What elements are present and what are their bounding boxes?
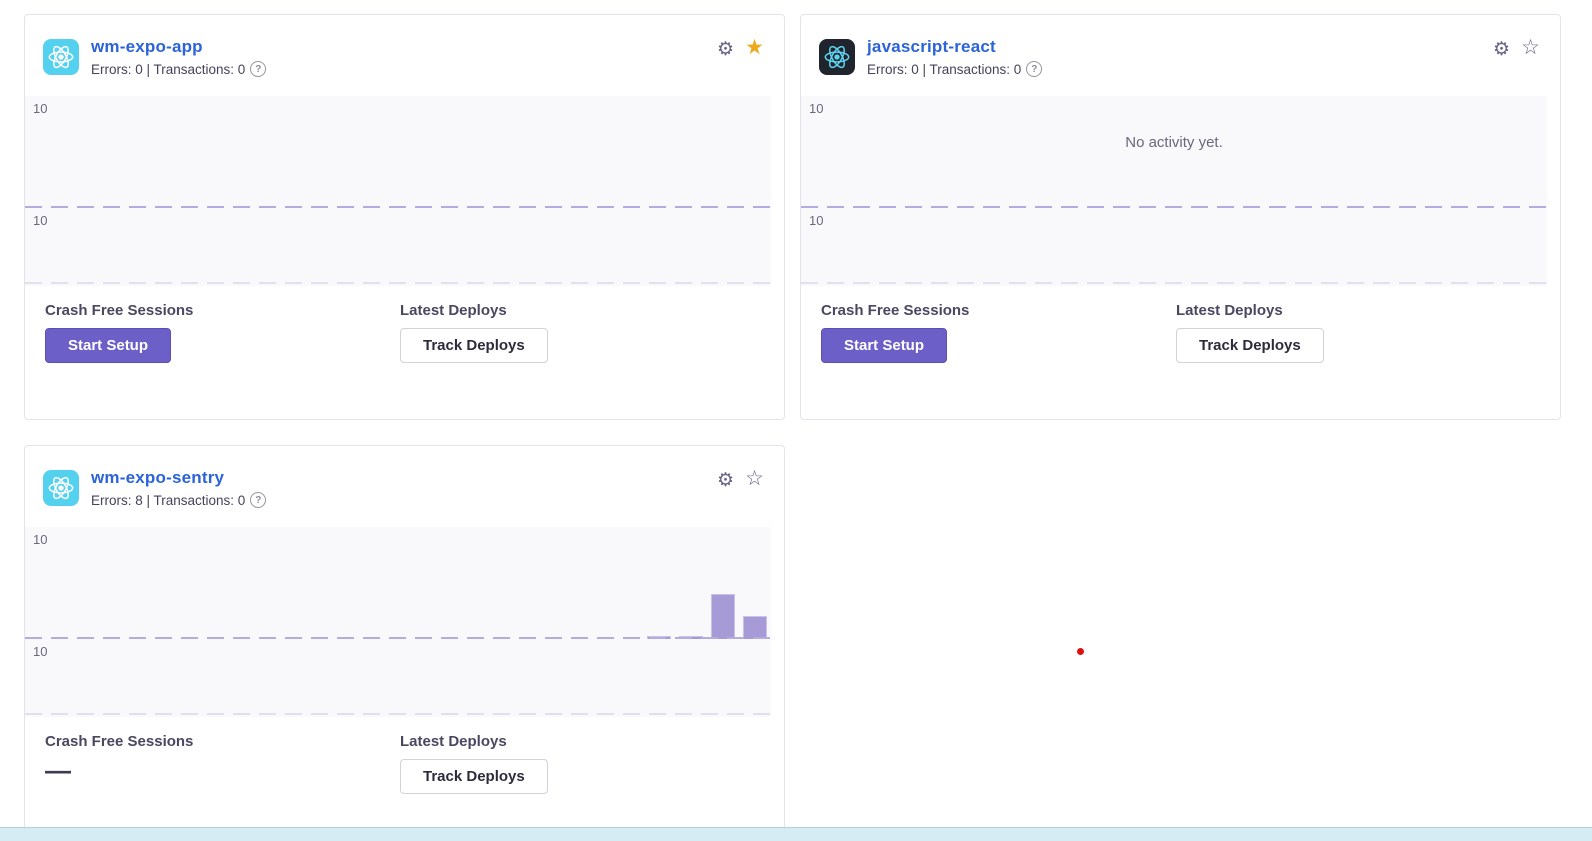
latest-deploys-heading: Latest Deploys — [1176, 302, 1324, 319]
errors-subchart: 10 — [25, 96, 771, 208]
project-title-link[interactable]: wm-expo-sentry — [91, 468, 224, 488]
transactions-subchart: 10 — [801, 208, 1547, 284]
stats-text: Errors: 0 | Transactions: 0 — [867, 62, 1021, 77]
latest-deploys-section: Latest Deploys Track Deploys — [400, 302, 548, 363]
project-activity-chart: 10 10 — [25, 527, 771, 717]
project-activity-chart: 10 10 — [25, 96, 771, 286]
project-card: javascript-react Errors: 0 | Transaction… — [800, 14, 1561, 420]
stats-text: Errors: 8 | Transactions: 0 — [91, 493, 245, 508]
react-platform-icon — [43, 39, 79, 75]
error-bars — [25, 527, 771, 639]
start-setup-button[interactable]: Start Setup — [45, 328, 171, 363]
settings-gear-icon[interactable] — [717, 40, 734, 59]
settings-gear-icon[interactable] — [1493, 40, 1510, 59]
project-title-link[interactable]: javascript-react — [867, 37, 996, 57]
errors-subchart: 10 — [25, 527, 771, 639]
help-icon[interactable] — [250, 61, 266, 77]
stats-text: Errors: 0 | Transactions: 0 — [91, 62, 245, 77]
crash-free-section: Crash Free Sessions Start Setup — [45, 302, 193, 363]
bookmark-star-icon[interactable] — [1521, 37, 1540, 58]
track-deploys-button[interactable]: Track Deploys — [400, 328, 548, 363]
error-bar — [743, 616, 767, 639]
crash-free-section: Crash Free Sessions — — [45, 733, 193, 780]
crash-free-heading: Crash Free Sessions — [821, 302, 969, 319]
latest-deploys-section: Latest Deploys Track Deploys — [400, 733, 548, 794]
project-activity-chart: 10 No activity yet. 10 — [801, 96, 1547, 286]
project-card: wm-expo-app Errors: 0 | Transactions: 0 … — [24, 14, 785, 420]
project-stats: Errors: 0 | Transactions: 0 — [91, 61, 266, 77]
no-activity-message: No activity yet. — [801, 134, 1547, 151]
latest-deploys-heading: Latest Deploys — [400, 302, 548, 319]
crash-free-heading: Crash Free Sessions — [45, 733, 193, 750]
transactions-subchart: 10 — [25, 208, 771, 284]
track-deploys-button[interactable]: Track Deploys — [400, 759, 548, 794]
project-stats: Errors: 0 | Transactions: 0 — [867, 61, 1042, 77]
bookmark-star-icon[interactable] — [745, 37, 764, 58]
transactions-subchart: 10 — [25, 639, 771, 715]
latest-deploys-heading: Latest Deploys — [400, 733, 548, 750]
bottom-overlay-bar — [0, 827, 1592, 841]
y-axis-max-label: 10 — [809, 101, 823, 116]
react-platform-icon — [819, 39, 855, 75]
track-deploys-button[interactable]: Track Deploys — [1176, 328, 1324, 363]
y-axis-max-label: 10 — [33, 644, 47, 659]
settings-gear-icon[interactable] — [717, 471, 734, 490]
errors-subchart: 10 No activity yet. — [801, 96, 1547, 208]
no-value-dash: — — [45, 760, 193, 780]
cursor-dot — [1077, 648, 1084, 655]
project-dashboard: wm-expo-app Errors: 0 | Transactions: 0 … — [0, 0, 1592, 841]
y-axis-max-label: 10 — [33, 101, 47, 116]
project-card: wm-expo-sentry Errors: 8 | Transactions:… — [24, 445, 785, 841]
help-icon[interactable] — [250, 492, 266, 508]
help-icon[interactable] — [1026, 61, 1042, 77]
y-axis-max-label: 10 — [33, 213, 47, 228]
crash-free-heading: Crash Free Sessions — [45, 302, 193, 319]
project-stats: Errors: 8 | Transactions: 0 — [91, 492, 266, 508]
crash-free-section: Crash Free Sessions Start Setup — [821, 302, 969, 363]
react-platform-icon — [43, 470, 79, 506]
latest-deploys-section: Latest Deploys Track Deploys — [1176, 302, 1324, 363]
error-bar — [711, 594, 735, 639]
bookmark-star-icon[interactable] — [745, 468, 764, 489]
start-setup-button[interactable]: Start Setup — [821, 328, 947, 363]
project-title-link[interactable]: wm-expo-app — [91, 37, 203, 57]
y-axis-max-label: 10 — [809, 213, 823, 228]
